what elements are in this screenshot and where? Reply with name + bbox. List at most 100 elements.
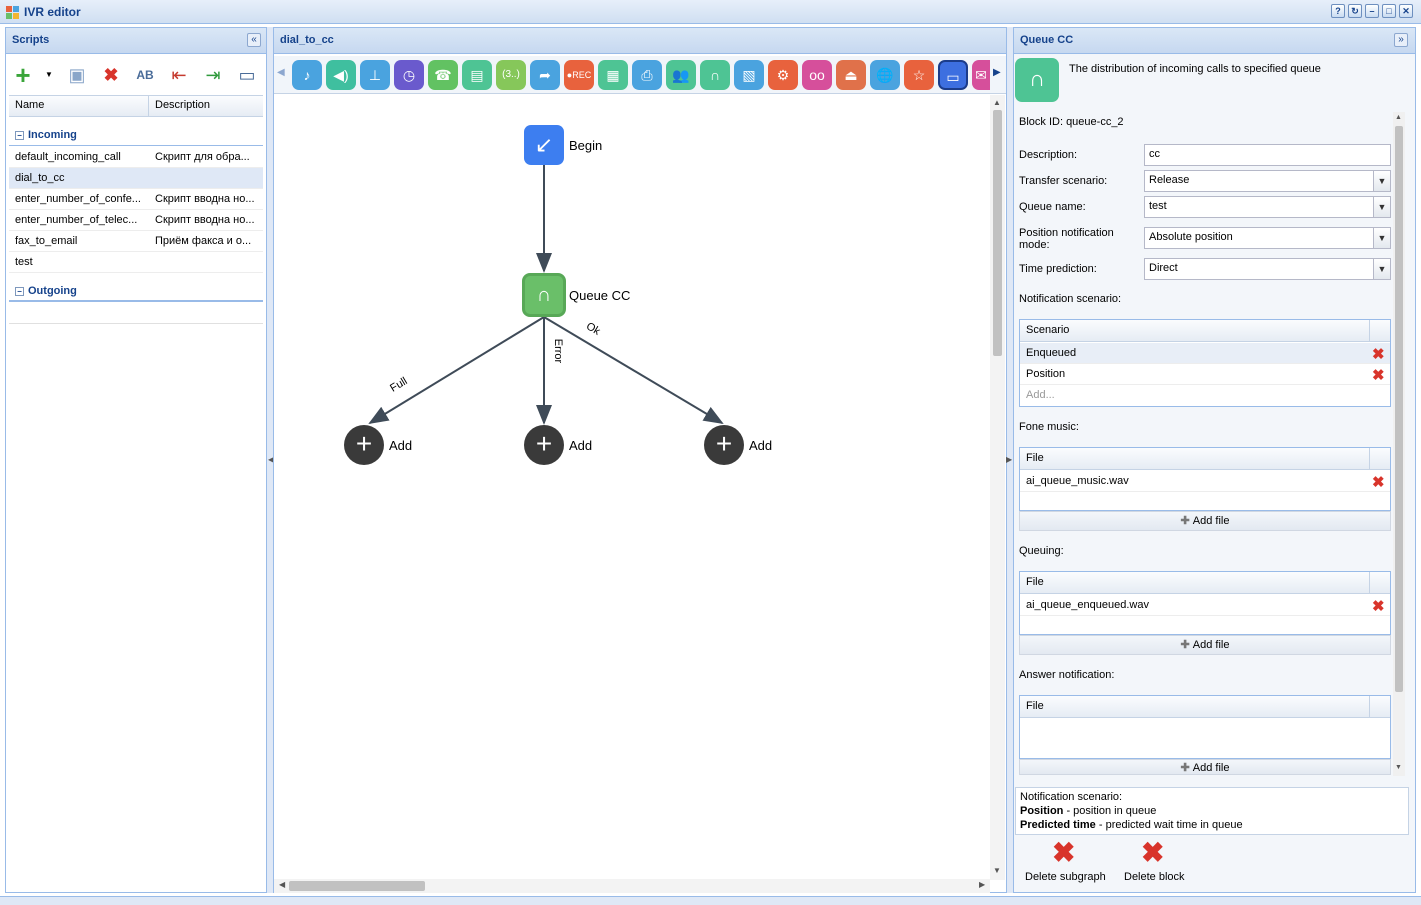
title-bar xyxy=(0,0,1421,24)
list-item[interactable]: test xyxy=(9,252,263,273)
collapse-group-icon[interactable]: − xyxy=(15,131,24,140)
conference-block-icon[interactable]: 👥 xyxy=(666,60,696,90)
list-item[interactable]: enter_number_of_confe... Скрипт вводна но… xyxy=(9,189,263,210)
close-icon[interactable]: ✕ xyxy=(1399,4,1413,18)
digits-block-icon[interactable]: (3..) xyxy=(496,60,526,90)
queue-node-icon[interactable]: ∩ xyxy=(522,273,566,317)
add-node-icon[interactable]: + xyxy=(704,425,744,465)
collapse-right-icon[interactable]: » xyxy=(1394,33,1408,47)
delete-row-icon[interactable]: ✖ xyxy=(1372,599,1385,614)
delete-subgraph-icon[interactable]: ✖ xyxy=(1052,839,1075,867)
table-row[interactable]: Enqueued xyxy=(1020,343,1390,364)
col-name[interactable]: Name xyxy=(15,99,44,111)
chevron-down-icon[interactable]: ▼ xyxy=(1373,171,1390,191)
import-icon[interactable]: ⇥ xyxy=(202,64,224,86)
begin-node-icon[interactable]: ↙ xyxy=(524,125,564,165)
collapse-left-icon[interactable]: « xyxy=(247,33,261,47)
delete-block-button[interactable]: Delete block xyxy=(1124,871,1185,883)
speaker-block-icon[interactable]: ◀) xyxy=(326,60,356,90)
export-icon[interactable]: ⇤ xyxy=(168,64,190,86)
table-row[interactable]: Position xyxy=(1020,364,1390,385)
script-name: default_incoming_call xyxy=(15,151,121,163)
save-icon[interactable]: ▣ xyxy=(66,64,88,86)
scroll-right-icon[interactable]: ▶ xyxy=(979,880,985,889)
description-field[interactable]: cc xyxy=(1144,144,1391,166)
queue-block-icon[interactable]: ∩ xyxy=(700,60,730,90)
file-column: File xyxy=(1026,576,1044,588)
play-file-block-icon[interactable]: ♪ xyxy=(292,60,322,90)
collapse-group-icon[interactable]: − xyxy=(15,287,24,296)
star-block-icon[interactable]: ☆ xyxy=(904,60,934,90)
record-block-icon[interactable]: ●REC xyxy=(564,60,594,90)
properties-icon[interactable]: ▭ xyxy=(236,64,258,86)
help-term: Predicted time xyxy=(1020,819,1096,831)
dial-block-icon[interactable]: ☎ xyxy=(428,60,458,90)
scroll-up-icon[interactable]: ▲ xyxy=(993,98,1001,107)
properties-vscroll-thumb[interactable] xyxy=(1395,126,1403,692)
maximize-icon[interactable]: □ xyxy=(1382,4,1396,18)
chevron-down-icon[interactable]: ▼ xyxy=(1373,197,1390,217)
voicemail-block-icon[interactable]: oo xyxy=(802,60,832,90)
scroll-up-icon[interactable]: ▲ xyxy=(1395,114,1402,121)
answer-add-file-button[interactable]: ✚ Add file xyxy=(1019,759,1391,775)
chevron-down-icon[interactable]: ▼ xyxy=(1373,228,1390,248)
list-item[interactable]: fax_to_email Приём факса и о... xyxy=(9,231,263,252)
table-row[interactable]: ai_queue_enqueued.wav xyxy=(1020,595,1390,616)
add-scenario-input[interactable]: Add... xyxy=(1026,389,1055,401)
delete-row-icon[interactable]: ✖ xyxy=(1372,347,1385,362)
scroll-down-icon[interactable]: ▼ xyxy=(993,866,1001,875)
add-node-icon[interactable]: + xyxy=(524,425,564,465)
group-incoming[interactable]: − Incoming xyxy=(9,124,263,146)
forward-block-icon[interactable]: ➦ xyxy=(530,60,560,90)
toolbar-scroll-right-icon[interactable]: ▶ xyxy=(993,67,1001,78)
time-prediction-select[interactable]: Direct ▼ xyxy=(1144,258,1391,280)
queue-name-select[interactable]: test ▼ xyxy=(1144,196,1391,218)
web-block-icon[interactable]: 🌐 xyxy=(870,60,900,90)
callback-block-icon[interactable]: ⏏ xyxy=(836,60,866,90)
notification-grid-header: Scenario xyxy=(1020,320,1390,342)
graph-canvas[interactable] xyxy=(274,95,990,880)
list-item[interactable]: default_incoming_call Скрипт для обра... xyxy=(9,147,263,168)
switch-block-icon[interactable]: ⊥ xyxy=(360,60,390,90)
canvas-hscroll-thumb[interactable] xyxy=(289,881,425,891)
email-block-icon[interactable]: ✉ xyxy=(972,60,990,90)
fone-music-grid-header: File xyxy=(1020,448,1390,470)
delete-icon[interactable]: ✖ xyxy=(100,64,122,86)
queuing-add-file-button[interactable]: ✚ Add file xyxy=(1019,635,1391,655)
col-divider xyxy=(1369,448,1370,470)
add-dropdown-icon[interactable]: ▼ xyxy=(45,70,53,79)
settings-block-icon[interactable]: ⚙ xyxy=(768,60,798,90)
begin-label: Begin xyxy=(569,138,603,153)
log-block-icon[interactable]: ▭ xyxy=(938,60,968,90)
help-icon[interactable]: ? xyxy=(1331,4,1345,18)
transfer-scenario-select[interactable]: Release ▼ xyxy=(1144,170,1391,192)
list-item[interactable]: enter_number_of_telec... Скрипт вводна но… xyxy=(9,210,263,231)
canvas-vscroll-thumb[interactable] xyxy=(993,110,1002,356)
add-script-icon[interactable]: + xyxy=(12,62,34,88)
refresh-icon[interactable]: ↻ xyxy=(1348,4,1362,18)
group-outgoing[interactable]: − Outgoing xyxy=(9,280,263,302)
fone-music-add-file-button[interactable]: ✚ Add file xyxy=(1019,511,1391,531)
document-block-icon[interactable]: ▧ xyxy=(734,60,764,90)
form-block-icon[interactable]: ▤ xyxy=(462,60,492,90)
delete-block-icon[interactable]: ✖ xyxy=(1141,839,1164,867)
splitter-arrow-icon[interactable]: ▶ xyxy=(1006,455,1012,464)
table-row[interactable]: ai_queue_music.wav xyxy=(1020,471,1390,492)
fax-block-icon[interactable]: ⎙ xyxy=(632,60,662,90)
delete-row-icon[interactable]: ✖ xyxy=(1372,368,1385,383)
position-mode-select[interactable]: Absolute position ▼ xyxy=(1144,227,1391,249)
delete-row-icon[interactable]: ✖ xyxy=(1372,475,1385,490)
delete-subgraph-button[interactable]: Delete subgraph xyxy=(1025,871,1106,883)
chevron-down-icon[interactable]: ▼ xyxy=(1373,259,1390,279)
sms-block-icon[interactable]: ▦ xyxy=(598,60,628,90)
scroll-left-icon[interactable]: ◀ xyxy=(279,880,285,889)
rename-icon[interactable]: AB xyxy=(134,64,156,86)
scroll-down-icon[interactable]: ▼ xyxy=(1395,764,1402,771)
col-description[interactable]: Description xyxy=(155,99,210,111)
minimize-icon[interactable]: – xyxy=(1365,4,1379,18)
toolbar-scroll-left-icon[interactable]: ◀ xyxy=(277,67,285,78)
queue-name-value: test xyxy=(1149,200,1167,212)
add-node-icon[interactable]: + xyxy=(344,425,384,465)
list-item-selected[interactable]: dial_to_cc xyxy=(9,168,263,189)
clock-block-icon[interactable]: ◷ xyxy=(394,60,424,90)
